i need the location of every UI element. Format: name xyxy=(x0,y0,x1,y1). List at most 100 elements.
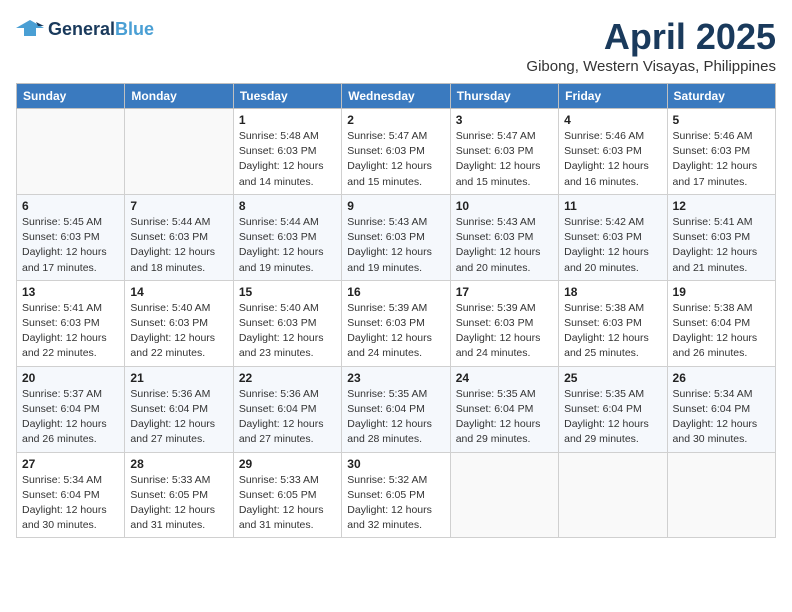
day-number: 24 xyxy=(456,371,553,385)
day-number: 26 xyxy=(673,371,770,385)
day-info: Sunrise: 5:39 AMSunset: 6:03 PMDaylight:… xyxy=(456,301,553,362)
day-number: 23 xyxy=(347,371,444,385)
day-number: 13 xyxy=(22,285,119,299)
day-info: Sunrise: 5:42 AMSunset: 6:03 PMDaylight:… xyxy=(564,215,661,276)
day-info: Sunrise: 5:40 AMSunset: 6:03 PMDaylight:… xyxy=(130,301,227,362)
header: GeneralBlue April 2025 Gibong, Western V… xyxy=(16,16,776,75)
day-number: 11 xyxy=(564,199,661,213)
day-info: Sunrise: 5:43 AMSunset: 6:03 PMDaylight:… xyxy=(456,215,553,276)
calendar-cell: 23 Sunrise: 5:35 AMSunset: 6:04 PMDayligh… xyxy=(342,366,450,452)
day-number: 21 xyxy=(130,371,227,385)
day-number: 3 xyxy=(456,113,553,127)
calendar-cell: 3Sunrise: 5:47 AMSunset: 6:03 PMDaylight… xyxy=(450,109,558,195)
calendar-cell: 27 Sunrise: 5:34 AMSunset: 6:04 PMDayligh… xyxy=(17,452,125,538)
calendar-cell: 28 Sunrise: 5:33 AMSunset: 6:05 PMDayligh… xyxy=(125,452,233,538)
calendar-cell: 14Sunrise: 5:40 AMSunset: 6:03 PMDayligh… xyxy=(125,280,233,366)
day-info: Sunrise: 5:36 AMSunset: 6:04 PMDaylight:… xyxy=(239,387,336,448)
calendar-cell xyxy=(450,452,558,538)
day-number: 27 xyxy=(22,457,119,471)
weekday-header: Friday xyxy=(559,84,667,109)
day-number: 20 xyxy=(22,371,119,385)
day-info: Sunrise: 5:41 AMSunset: 6:03 PMDaylight:… xyxy=(22,301,119,362)
day-number: 7 xyxy=(130,199,227,213)
day-info: Sunrise: 5:38 AMSunset: 6:04 PMDaylight:… xyxy=(673,301,770,362)
day-info: Sunrise: 5:37 AMSunset: 6:04 PMDaylight:… xyxy=(22,387,119,448)
calendar-header: SundayMondayTuesdayWednesdayThursdayFrid… xyxy=(17,84,776,109)
day-number: 28 xyxy=(130,457,227,471)
calendar-week-row: 6Sunrise: 5:45 AMSunset: 6:03 PMDaylight… xyxy=(17,194,776,280)
day-number: 18 xyxy=(564,285,661,299)
day-number: 2 xyxy=(347,113,444,127)
calendar-cell: 21 Sunrise: 5:36 AMSunset: 6:04 PMDayligh… xyxy=(125,366,233,452)
calendar-cell: 16 Sunrise: 5:39 AMSunset: 6:03 PMDayligh… xyxy=(342,280,450,366)
calendar-cell: 17 Sunrise: 5:39 AMSunset: 6:03 PMDayligh… xyxy=(450,280,558,366)
day-info: Sunrise: 5:43 AMSunset: 6:03 PMDaylight:… xyxy=(347,215,444,276)
weekday-header: Wednesday xyxy=(342,84,450,109)
calendar-cell: 2 Sunrise: 5:47 AMSunset: 6:03 PMDaylight… xyxy=(342,109,450,195)
calendar-week-row: 1Sunrise: 5:48 AMSunset: 6:03 PMDaylight… xyxy=(17,109,776,195)
calendar-cell: 5 Sunrise: 5:46 AMSunset: 6:03 PMDaylight… xyxy=(667,109,775,195)
calendar-body: 1Sunrise: 5:48 AMSunset: 6:03 PMDaylight… xyxy=(17,109,776,538)
calendar-cell: 4 Sunrise: 5:46 AMSunset: 6:03 PMDaylight… xyxy=(559,109,667,195)
day-info: Sunrise: 5:35 AMSunset: 6:04 PMDaylight:… xyxy=(564,387,661,448)
day-info: Sunrise: 5:34 AMSunset: 6:04 PMDaylight:… xyxy=(22,473,119,534)
calendar-cell: 8Sunrise: 5:44 AMSunset: 6:03 PMDaylight… xyxy=(233,194,341,280)
calendar-week-row: 20 Sunrise: 5:37 AMSunset: 6:04 PMDayligh… xyxy=(17,366,776,452)
day-number: 4 xyxy=(564,113,661,127)
calendar-cell: 6Sunrise: 5:45 AMSunset: 6:03 PMDaylight… xyxy=(17,194,125,280)
calendar-cell: 10Sunrise: 5:43 AMSunset: 6:03 PMDayligh… xyxy=(450,194,558,280)
day-number: 16 xyxy=(347,285,444,299)
calendar-cell xyxy=(125,109,233,195)
day-info: Sunrise: 5:35 AMSunset: 6:04 PMDaylight:… xyxy=(347,387,444,448)
calendar-cell: 22 Sunrise: 5:36 AMSunset: 6:04 PMDayligh… xyxy=(233,366,341,452)
day-number: 17 xyxy=(456,285,553,299)
day-number: 5 xyxy=(673,113,770,127)
calendar-cell: 25 Sunrise: 5:35 AMSunset: 6:04 PMDayligh… xyxy=(559,366,667,452)
day-info: Sunrise: 5:40 AMSunset: 6:03 PMDaylight:… xyxy=(239,301,336,362)
weekday-header: Saturday xyxy=(667,84,775,109)
calendar-cell: 15 Sunrise: 5:40 AMSunset: 6:03 PMDayligh… xyxy=(233,280,341,366)
day-info: Sunrise: 5:39 AMSunset: 6:03 PMDaylight:… xyxy=(347,301,444,362)
calendar-week-row: 27 Sunrise: 5:34 AMSunset: 6:04 PMDayligh… xyxy=(17,452,776,538)
day-number: 22 xyxy=(239,371,336,385)
day-number: 29 xyxy=(239,457,336,471)
calendar-cell xyxy=(667,452,775,538)
day-info: Sunrise: 5:47 AMSunset: 6:03 PMDaylight:… xyxy=(347,129,444,190)
weekday-header: Thursday xyxy=(450,84,558,109)
day-info: Sunrise: 5:36 AMSunset: 6:04 PMDaylight:… xyxy=(130,387,227,448)
day-number: 12 xyxy=(673,199,770,213)
logo-bird-icon xyxy=(16,16,44,44)
calendar-cell: 13 Sunrise: 5:41 AMSunset: 6:03 PMDayligh… xyxy=(17,280,125,366)
calendar-cell: 29 Sunrise: 5:33 AMSunset: 6:05 PMDayligh… xyxy=(233,452,341,538)
day-info: Sunrise: 5:46 AMSunset: 6:03 PMDaylight:… xyxy=(673,129,770,190)
title-area: April 2025 Gibong, Western Visayas, Phil… xyxy=(526,16,776,75)
calendar-cell xyxy=(559,452,667,538)
location-title: Gibong, Western Visayas, Philippines xyxy=(526,58,776,75)
calendar-cell: 30Sunrise: 5:32 AMSunset: 6:05 PMDayligh… xyxy=(342,452,450,538)
calendar-cell: 18 Sunrise: 5:38 AMSunset: 6:03 PMDayligh… xyxy=(559,280,667,366)
weekday-header: Tuesday xyxy=(233,84,341,109)
day-info: Sunrise: 5:41 AMSunset: 6:03 PMDaylight:… xyxy=(673,215,770,276)
day-number: 25 xyxy=(564,371,661,385)
calendar-cell: 1Sunrise: 5:48 AMSunset: 6:03 PMDaylight… xyxy=(233,109,341,195)
calendar-cell: 19 Sunrise: 5:38 AMSunset: 6:04 PMDayligh… xyxy=(667,280,775,366)
day-number: 15 xyxy=(239,285,336,299)
calendar-cell xyxy=(17,109,125,195)
weekday-header: Monday xyxy=(125,84,233,109)
calendar-cell: 9 Sunrise: 5:43 AMSunset: 6:03 PMDaylight… xyxy=(342,194,450,280)
weekday-header: Sunday xyxy=(17,84,125,109)
day-info: Sunrise: 5:38 AMSunset: 6:03 PMDaylight:… xyxy=(564,301,661,362)
day-number: 9 xyxy=(347,199,444,213)
day-number: 1 xyxy=(239,113,336,127)
day-number: 6 xyxy=(22,199,119,213)
calendar-cell: 11 Sunrise: 5:42 AMSunset: 6:03 PMDayligh… xyxy=(559,194,667,280)
day-info: Sunrise: 5:44 AMSunset: 6:03 PMDaylight:… xyxy=(130,215,227,276)
day-info: Sunrise: 5:33 AMSunset: 6:05 PMDaylight:… xyxy=(239,473,336,534)
day-info: Sunrise: 5:35 AMSunset: 6:04 PMDaylight:… xyxy=(456,387,553,448)
day-info: Sunrise: 5:33 AMSunset: 6:05 PMDaylight:… xyxy=(130,473,227,534)
day-info: Sunrise: 5:46 AMSunset: 6:03 PMDaylight:… xyxy=(564,129,661,190)
calendar-cell: 20 Sunrise: 5:37 AMSunset: 6:04 PMDayligh… xyxy=(17,366,125,452)
calendar-cell: 26Sunrise: 5:34 AMSunset: 6:04 PMDayligh… xyxy=(667,366,775,452)
day-number: 19 xyxy=(673,285,770,299)
logo: GeneralBlue xyxy=(16,16,154,44)
